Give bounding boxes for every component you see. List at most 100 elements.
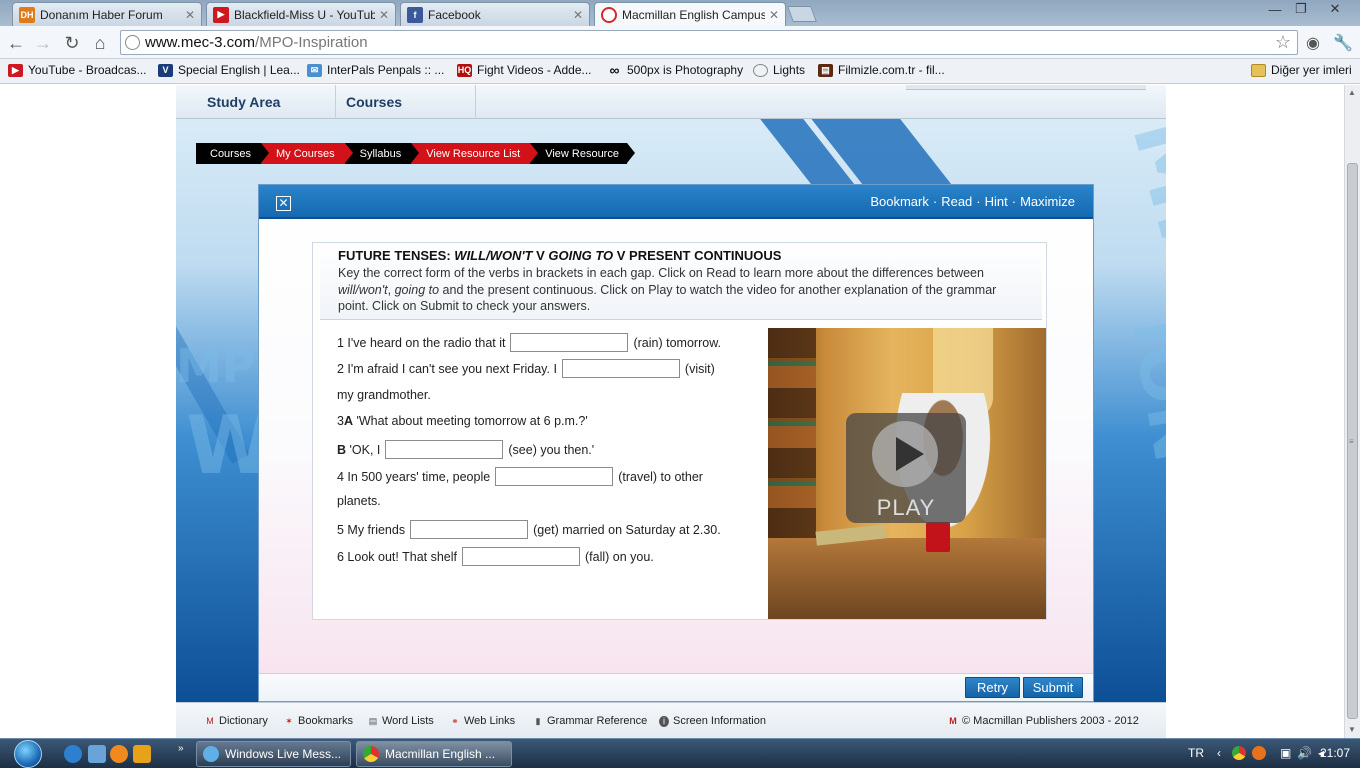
answer-input-2[interactable] xyxy=(561,359,680,378)
close-tab-icon[interactable]: ✕ xyxy=(379,8,389,22)
bookmark-icon: ✶ xyxy=(285,715,293,726)
browser-tab-strip: DH Donanım Haber Forum ✕ ▶ Blackfield-Mi… xyxy=(0,0,1360,27)
ie-icon[interactable] xyxy=(64,745,82,763)
bookmark-500px[interactable]: ∞ 500px is Photography xyxy=(607,62,744,78)
windows-taskbar: » Windows Live Mess... Macmillan English… xyxy=(0,738,1360,768)
tray-expand-icon[interactable]: ‹ xyxy=(1217,746,1221,760)
breadcrumb-courses[interactable]: Courses xyxy=(196,143,269,164)
footer-bookmarks[interactable]: ✶ Bookmarks xyxy=(284,715,353,727)
footer-word-lists[interactable]: ▤ Word Lists xyxy=(368,715,434,727)
taskbar-chrome[interactable]: Macmillan English ... xyxy=(356,741,512,767)
show-desktop-icon[interactable] xyxy=(88,745,106,763)
close-tab-icon[interactable]: ✕ xyxy=(573,8,583,22)
bookmark-lights[interactable]: Lights xyxy=(753,63,805,77)
breadcrumb-view-resource-list[interactable]: View Resource List xyxy=(411,143,539,164)
wordlist-icon: ▤ xyxy=(368,715,378,726)
task-label: Windows Live Mess... xyxy=(225,747,342,761)
answer-input-1[interactable] xyxy=(510,333,629,352)
breadcrumb-syllabus[interactable]: Syllabus xyxy=(344,143,419,164)
browser-tab-donanim[interactable]: DH Donanım Haber Forum ✕ xyxy=(12,2,202,26)
macmillan-logo-icon: M xyxy=(949,716,957,726)
breadcrumb-view-resource[interactable]: View Resource xyxy=(530,143,635,164)
bookmark-fightvideos[interactable]: HQ Fight Videos - Adde... xyxy=(457,63,592,77)
chrome-tray-icon[interactable] xyxy=(1232,746,1246,760)
close-window-icon[interactable]: ✕ xyxy=(1320,0,1350,18)
video-player[interactable]: PLAY xyxy=(768,328,1046,619)
star-icon[interactable]: ☆ xyxy=(1275,32,1291,53)
restore-icon[interactable]: ❐ xyxy=(1288,0,1314,18)
tray-app-icon[interactable] xyxy=(1252,746,1266,760)
breadcrumb-my-courses[interactable]: My Courses xyxy=(260,143,353,164)
submit-button[interactable]: Submit xyxy=(1023,677,1083,698)
windows-orb-icon xyxy=(14,740,42,768)
youtube-icon: ▶ xyxy=(213,6,229,23)
browser-tab-youtube[interactable]: ▶ Blackfield-Miss U - YouTub ✕ xyxy=(206,2,396,26)
tab-title: Donanım Haber Forum xyxy=(40,7,163,22)
browser-toolbar: ← → ↻ ⌂ www.mec-3.com/MPO-Inspiration ☆ … xyxy=(0,26,1360,59)
copyright-text: © Macmillan Publishers 2003 - 2012 xyxy=(962,715,1139,727)
question-2: 2 I'm afraid I can't see you next Friday… xyxy=(337,359,715,378)
bookmark-interpals[interactable]: ✉ InterPals Penpals :: ... xyxy=(307,63,444,77)
tab-title: Blackfield-Miss U - YouTub xyxy=(234,7,375,22)
network-icon[interactable]: ▣ xyxy=(1280,746,1291,760)
page-scrollbar[interactable]: ▲ ≡ ▼ xyxy=(1344,85,1360,738)
back-icon[interactable]: ← xyxy=(5,32,27,54)
minimize-icon[interactable]: — xyxy=(1262,0,1288,18)
question-text: (rain) tomorrow. xyxy=(633,335,722,350)
question-text: (visit) xyxy=(684,361,715,376)
scroll-down-icon[interactable]: ▼ xyxy=(1348,725,1356,734)
voa-icon: V xyxy=(158,63,173,77)
firefox-icon[interactable] xyxy=(110,745,128,763)
extension-icon[interactable]: ◉ xyxy=(1302,32,1324,54)
read-link[interactable]: Read xyxy=(941,194,972,209)
answer-input-3[interactable] xyxy=(385,440,504,459)
separator: · xyxy=(976,194,981,209)
title-part-italic: WILL/WON'T xyxy=(454,248,533,263)
hint-link[interactable]: Hint xyxy=(985,194,1008,209)
home-icon[interactable]: ⌂ xyxy=(89,32,111,54)
retry-button[interactable]: Retry xyxy=(965,677,1020,698)
taskbar-windows-live-messenger[interactable]: Windows Live Mess... xyxy=(196,741,351,767)
close-tab-icon[interactable]: ✕ xyxy=(185,8,195,22)
close-activity-icon[interactable]: ✕ xyxy=(276,196,291,211)
nav-study-area[interactable]: Study Area xyxy=(176,85,336,119)
bookmark-label: Filmizle.com.tr - fil... xyxy=(838,63,945,77)
other-bookmarks-label: Diğer yer imleri xyxy=(1271,63,1352,77)
reload-icon[interactable]: ↻ xyxy=(61,32,83,54)
footer-dictionary[interactable]: M Dictionary xyxy=(205,715,268,727)
bookmark-filmizle[interactable]: ▤ Filmizle.com.tr - fil... xyxy=(818,63,945,77)
answer-input-6[interactable] xyxy=(462,547,580,566)
forward-icon[interactable]: → xyxy=(32,32,54,54)
new-tab-button[interactable] xyxy=(787,6,817,22)
footer-web-links[interactable]: ⚭ Web Links xyxy=(450,715,515,727)
browser-tab-facebook[interactable]: f Facebook ✕ xyxy=(400,2,590,26)
page-viewport: Study Area Courses MPO W MPO ION Courses… xyxy=(0,85,1344,738)
other-bookmarks[interactable]: Diğer yer imleri xyxy=(1251,63,1352,77)
close-tab-icon[interactable]: ✕ xyxy=(769,8,779,22)
footer-screen-information[interactable]: i Screen Information xyxy=(659,715,766,727)
address-bar[interactable]: www.mec-3.com/MPO-Inspiration ☆ xyxy=(120,30,1298,55)
activity-window: ✕ Bookmark · Read · Hint · Maximize FUTURE TEN… xyxy=(258,184,1094,702)
volume-icon[interactable]: 🔊 xyxy=(1297,746,1312,760)
answer-input-4[interactable] xyxy=(495,467,614,486)
nav-courses[interactable]: Courses xyxy=(336,85,476,119)
scroll-up-icon[interactable]: ▲ xyxy=(1348,88,1356,97)
task-label: Macmillan English ... xyxy=(385,747,496,761)
play-button[interactable]: PLAY xyxy=(846,413,966,523)
clock[interactable]: 21:07 xyxy=(1320,746,1350,760)
video-frame-mug xyxy=(926,522,950,552)
bookmark-link[interactable]: Bookmark xyxy=(870,194,929,209)
start-button[interactable] xyxy=(8,739,48,768)
wrench-icon[interactable]: 🔧 xyxy=(1332,32,1354,54)
bookmark-youtube[interactable]: ▶ YouTube - Broadcas... xyxy=(8,63,147,77)
browser-tab-macmillan[interactable]: Macmillan English Campus ✕ xyxy=(594,2,786,27)
bookmark-voa[interactable]: V Special English | Lea... xyxy=(158,63,300,77)
media-player-icon[interactable] xyxy=(133,745,151,763)
footer-grammar-reference[interactable]: ▮ Grammar Reference xyxy=(533,715,648,727)
scrollbar-grip-icon: ≡ xyxy=(1349,437,1354,446)
maximize-link[interactable]: Maximize xyxy=(1020,194,1075,209)
language-indicator[interactable]: TR xyxy=(1188,746,1204,760)
bookmarks-bar: ▶ YouTube - Broadcas... V Special English … xyxy=(0,59,1360,84)
quicklaunch-more-icon[interactable]: » xyxy=(178,743,184,754)
answer-input-5[interactable] xyxy=(410,520,529,539)
